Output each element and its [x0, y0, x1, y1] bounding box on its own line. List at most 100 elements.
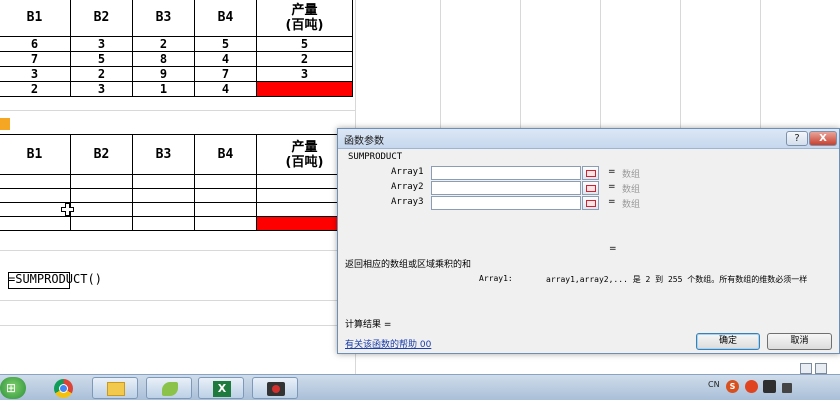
table-cell[interactable]: 2 — [70, 66, 133, 82]
table-cell[interactable]: 3 — [0, 66, 71, 82]
file-explorer-button[interactable] — [92, 377, 138, 399]
table-cell[interactable]: 1 — [132, 81, 195, 97]
argument-type: 数组 — [622, 200, 641, 210]
leaf-icon — [162, 382, 178, 396]
cancel-button[interactable]: 取消 — [767, 333, 832, 350]
header-cell[interactable]: B2 — [70, 134, 133, 175]
restore-icon[interactable] — [800, 363, 812, 374]
table-cell[interactable] — [70, 174, 133, 189]
header-cell[interactable]: B4 — [194, 134, 257, 175]
data-table-bottom: B1 B2 B3 B4 产量 (百吨) — [0, 134, 353, 231]
gridline — [520, 0, 521, 128]
table-cell[interactable]: 5 — [70, 51, 133, 67]
excel-button[interactable]: X — [198, 377, 244, 399]
gridline — [440, 0, 441, 128]
folder-icon — [107, 382, 125, 396]
cell-reference-button[interactable] — [582, 181, 599, 195]
input-language[interactable]: CN — [708, 380, 720, 389]
cell-reference-button[interactable] — [582, 166, 599, 180]
table-cell[interactable]: 8 — [132, 51, 195, 67]
recorder-icon — [267, 382, 285, 396]
cell-reference-icon — [586, 200, 596, 207]
array3-input[interactable] — [431, 196, 581, 210]
header-output-unit: (百吨) — [285, 17, 324, 33]
header-cell-output[interactable]: 产量 (百吨) — [256, 0, 353, 37]
function-name: SUMPRODUCT — [348, 152, 403, 162]
table-cell[interactable] — [132, 202, 195, 217]
table-cell[interactable] — [0, 174, 71, 189]
table-cell[interactable] — [132, 216, 195, 231]
table-cell[interactable] — [0, 216, 71, 231]
table-row — [0, 216, 353, 231]
table-cell[interactable]: 6 — [0, 36, 71, 52]
gridline — [0, 325, 355, 326]
gridline — [760, 0, 761, 128]
table-cell[interactable]: 7 — [0, 51, 71, 67]
cross-cursor-icon — [61, 203, 74, 216]
help-button[interactable]: ? — [786, 131, 808, 146]
table-header-row: B1 B2 B3 B4 产量 (百吨) — [0, 134, 353, 175]
data-table-top: B1 B2 B3 B4 产量 (百吨) 6 3 2 5 5 7 5 8 4 2 … — [0, 0, 353, 97]
array2-input[interactable] — [431, 181, 581, 195]
ime-icon[interactable]: S — [726, 380, 739, 393]
table-cell[interactable]: 2 — [256, 51, 353, 67]
cell-reference-icon — [586, 170, 596, 177]
table-cell[interactable]: 2 — [0, 81, 71, 97]
formula-cell[interactable]: =SUMPRODUCT() — [8, 272, 102, 289]
minimize-icon[interactable] — [815, 363, 827, 374]
ok-button[interactable]: 确定 — [696, 333, 760, 350]
table-row: 7 5 8 4 2 — [0, 51, 353, 67]
tray-app-icon[interactable] — [745, 380, 758, 393]
table-cell[interactable]: 4 — [194, 81, 257, 97]
active-cell-border — [8, 272, 70, 289]
table-cell[interactable] — [132, 188, 195, 203]
function-arguments-dialog: 函数参数 ? X SUMPRODUCT Array1 = 数组 Array2 =… — [337, 128, 840, 354]
cell-reference-button[interactable] — [582, 196, 599, 210]
function-help-link[interactable]: 有关该函数的帮助 00 — [345, 337, 431, 350]
start-glyph: ⊞ — [6, 381, 17, 395]
app-button[interactable] — [146, 377, 192, 399]
table-cell[interactable]: 3 — [256, 66, 353, 82]
header-cell[interactable]: B1 — [0, 134, 71, 175]
table-cell[interactable]: 3 — [70, 81, 133, 97]
table-cell[interactable]: 4 — [194, 51, 257, 67]
table-cell[interactable]: 3 — [70, 36, 133, 52]
table-cell[interactable]: 5 — [194, 36, 257, 52]
function-result-equals: = — [609, 244, 617, 254]
table-cell[interactable] — [194, 174, 257, 189]
gridline — [0, 250, 355, 251]
header-cell[interactable]: B3 — [132, 134, 195, 175]
header-cell[interactable]: B3 — [132, 0, 195, 37]
table-cell[interactable] — [194, 202, 257, 217]
table-cell[interactable] — [0, 188, 71, 203]
table-row: 2 3 1 4 — [0, 81, 353, 97]
chrome-icon[interactable] — [44, 377, 84, 399]
table-cell[interactable] — [194, 188, 257, 203]
header-cell[interactable]: B1 — [0, 0, 71, 37]
header-cell[interactable]: B4 — [194, 0, 257, 37]
table-cell[interactable] — [70, 202, 133, 217]
network-icon[interactable] — [782, 383, 792, 393]
dialog-titlebar[interactable]: 函数参数 ? X — [338, 129, 839, 149]
table-cell[interactable] — [0, 202, 71, 217]
recorder-button[interactable] — [252, 377, 298, 399]
argument-label: Array2 — [391, 182, 424, 192]
cell-reference-icon — [586, 185, 596, 192]
start-orb-icon[interactable]: ⊞ — [0, 377, 26, 399]
table-cell[interactable]: 2 — [132, 36, 195, 52]
table-cell[interactable] — [70, 216, 133, 231]
close-button[interactable]: X — [809, 131, 837, 146]
argument-description-label: Array1: — [479, 274, 513, 283]
table-cell[interactable] — [132, 174, 195, 189]
argument-row: Array3 = 数组 — [338, 196, 839, 210]
argument-label: Array3 — [391, 197, 424, 207]
table-cell[interactable] — [194, 216, 257, 231]
table-cell[interactable]: 9 — [132, 66, 195, 82]
table-cell[interactable] — [70, 188, 133, 203]
table-cell[interactable]: 5 — [256, 36, 353, 52]
highlighted-cell[interactable] — [256, 81, 353, 97]
header-cell[interactable]: B2 — [70, 0, 133, 37]
table-cell[interactable]: 7 — [194, 66, 257, 82]
keyboard-icon[interactable] — [763, 380, 776, 393]
array1-input[interactable] — [431, 166, 581, 180]
